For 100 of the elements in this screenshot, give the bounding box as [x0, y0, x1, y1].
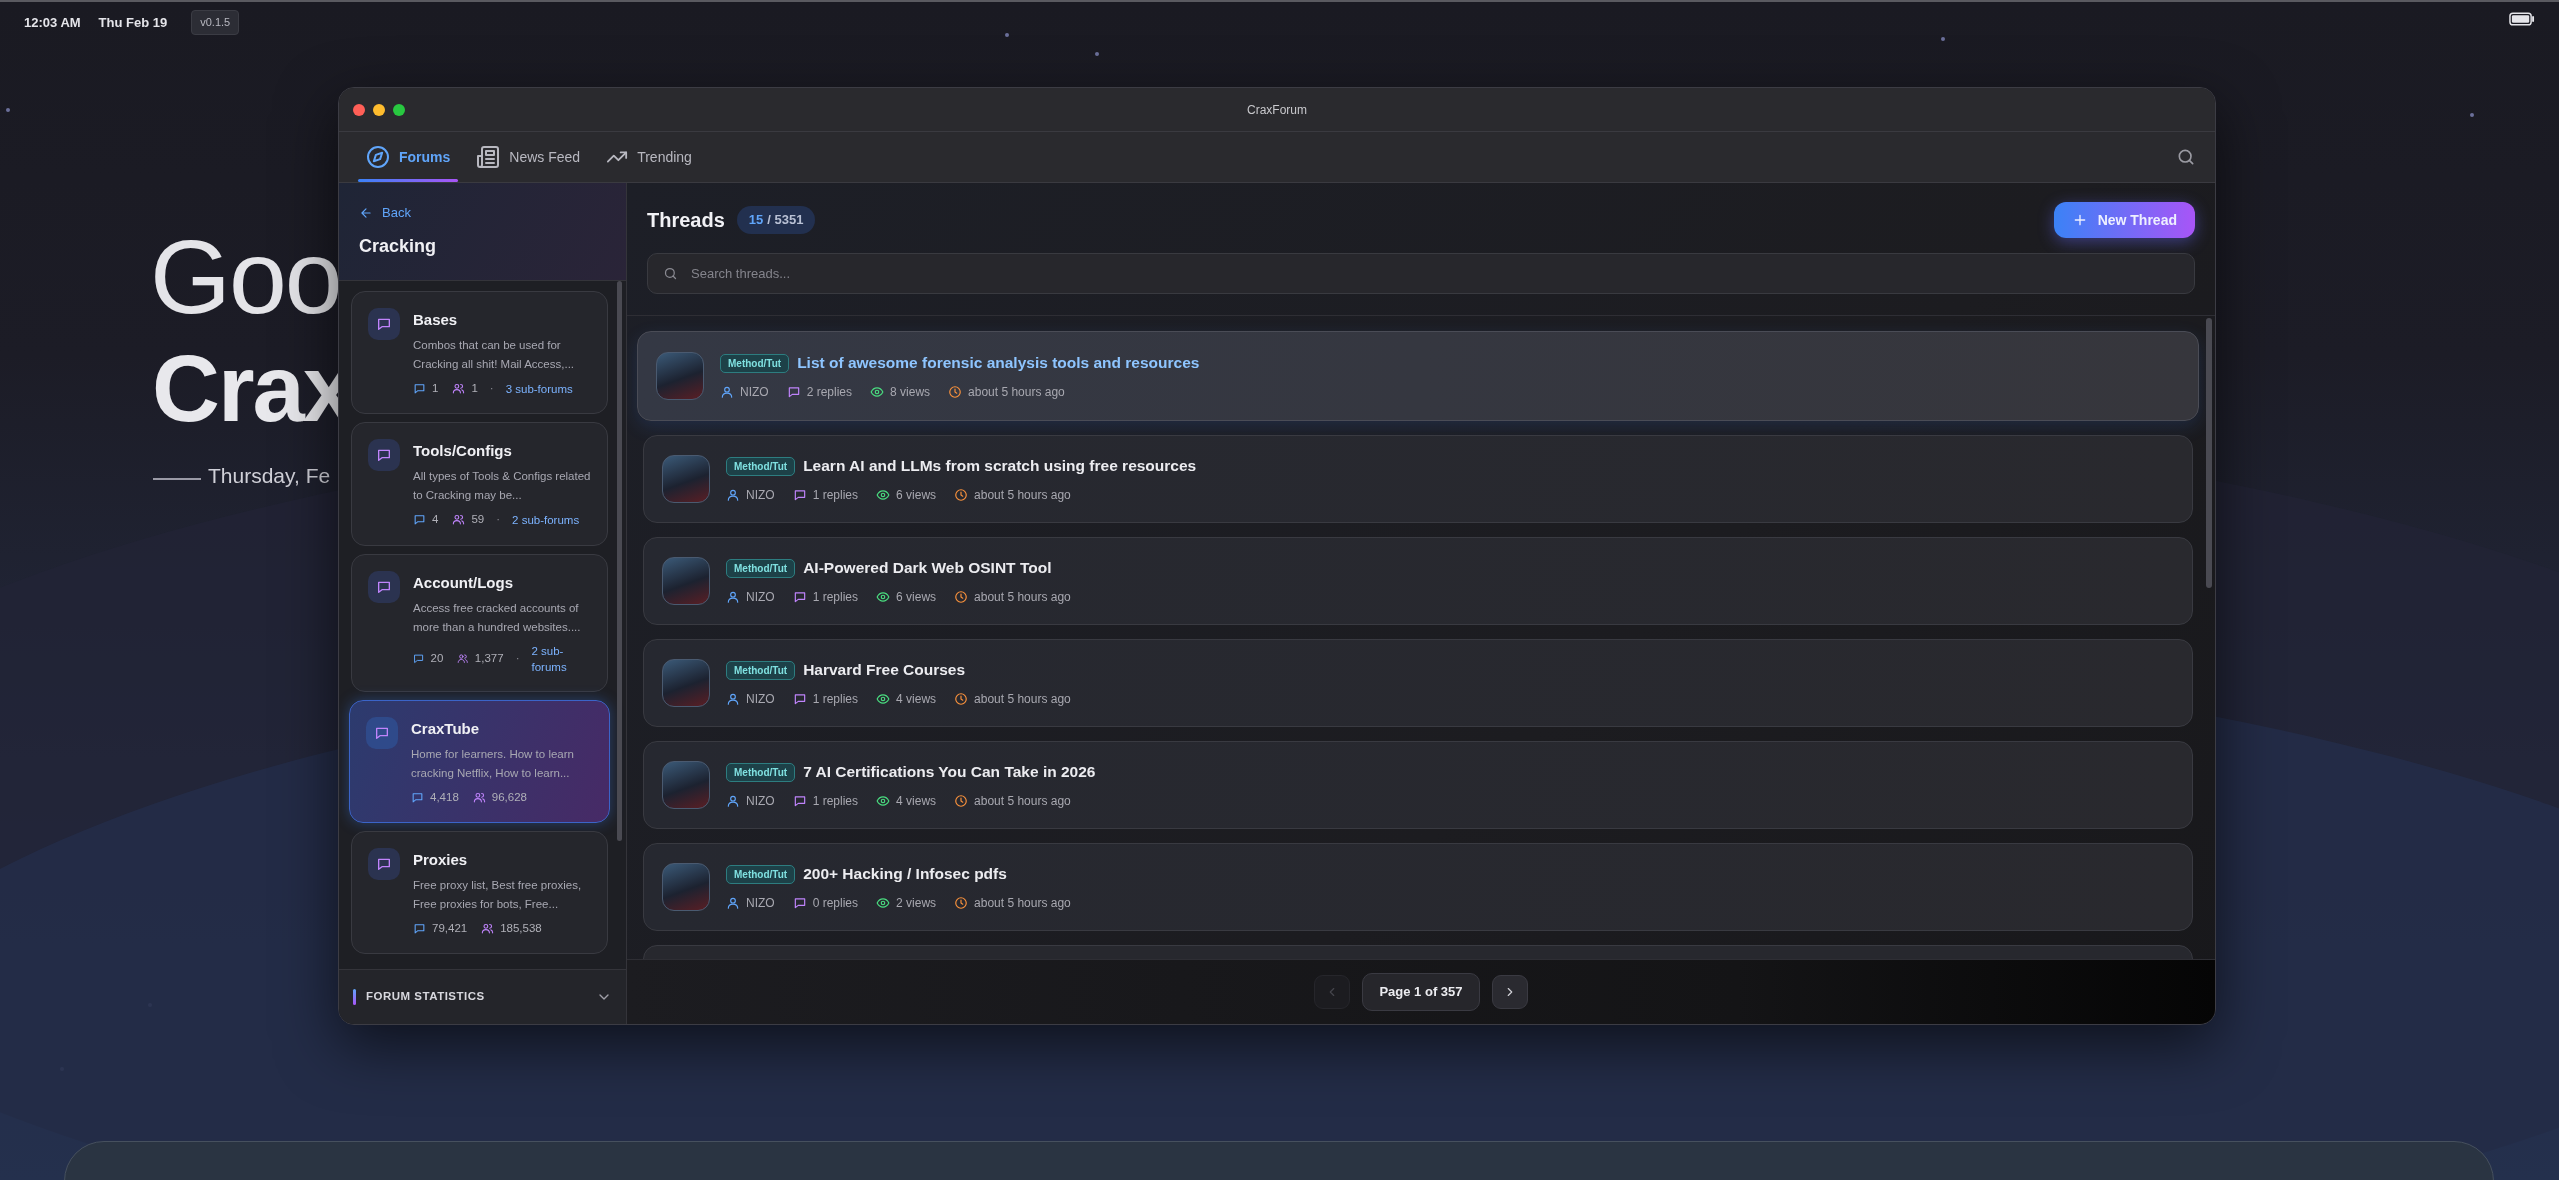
avatar-photo-placeholder	[662, 659, 710, 707]
users-icon	[472, 790, 486, 804]
users-icon	[452, 513, 466, 527]
battery-icon	[2509, 12, 2535, 26]
post-time: about 5 hours ago	[974, 588, 1071, 606]
search-icon	[2176, 147, 2196, 167]
chat-bubble-icon	[413, 921, 426, 935]
clock-time: 12:03 AM	[24, 13, 81, 32]
avatar-photo-placeholder	[662, 863, 710, 911]
reply-count: 1 replies	[812, 792, 859, 810]
separator-dot: ·	[496, 512, 501, 528]
view-count: 2 views	[896, 894, 937, 912]
nav-tab[interactable]: Forums	[358, 132, 459, 182]
separator-dot: ·	[489, 381, 494, 396]
thread-row[interactable]: Method/Tut 7 AI Certifications You Can Take in 2026 NIZO 1 replies 4 views about 5 hours ago	[643, 741, 2193, 829]
person-icon	[726, 487, 740, 502]
scrollbar-thumb[interactable]	[617, 281, 622, 841]
chat-bubble-icon	[792, 691, 807, 706]
total-count: / 5351	[767, 211, 804, 230]
search-field[interactable]: Search threads...	[647, 253, 2195, 294]
forum-name: Proxies	[413, 849, 469, 870]
forum-description: All types of Tools & Configs related to Cracking may be...	[413, 469, 591, 504]
thread-row[interactable]: Method/Tut 200+ Hacking / Infosec pdfs NIZO 0 replies 2 views about 5 hours ago	[643, 843, 2193, 931]
avatar-photo-placeholder	[662, 761, 710, 809]
eye-icon	[876, 895, 891, 910]
post-count: 59	[471, 512, 485, 528]
thread-count: 20	[430, 650, 444, 666]
thread-title-link[interactable]: List of awesome forensic analysis tools and resources	[797, 351, 1200, 375]
subforums-link[interactable]: 2 sub-forums	[531, 642, 591, 675]
category-tag: Method/Tut	[726, 864, 796, 884]
nav-tab[interactable]: News Feed	[468, 132, 589, 182]
post-count: 185,538	[500, 920, 542, 936]
forum-statistics-toggle[interactable]: FORUM STATISTICS	[339, 969, 626, 1024]
subforums-link[interactable]: 3 sub-forums	[505, 380, 573, 397]
scrollbar-thumb[interactable]	[2206, 318, 2212, 588]
forum-card[interactable]: Account/Logs Access free cracked accounts of more than a hundred websites.... 20 1,377 · 2 sub-forums	[351, 553, 608, 692]
chat-bubble-icon	[792, 589, 807, 604]
reply-count: 1 replies	[812, 690, 859, 708]
view-count: 6 views	[896, 588, 937, 606]
forum-description: Home for learners. How to learn cracking Netflix, How to learn...	[411, 746, 575, 781]
chat-bubble-icon	[411, 790, 424, 804]
forum-name: CraxTube	[411, 718, 481, 739]
forum-card[interactable]: Proxies Free proxy list, Best free proxies, Free proxies for bots, Free... 79,421 185,538	[351, 830, 608, 954]
reply-count: 0 replies	[812, 894, 859, 912]
eye-icon	[876, 793, 891, 808]
separator-dot: ·	[515, 650, 520, 666]
avatar-photo-placeholder	[656, 352, 704, 400]
new-thread-button[interactable]: New Thread	[2053, 202, 2195, 238]
category-title: Cracking	[359, 234, 438, 258]
forum-description: Access free cracked accounts of more than a hundred websites....	[413, 600, 582, 635]
person-icon	[726, 895, 740, 910]
author-name: NIZO	[746, 690, 775, 708]
forum-card[interactable]: Bases Combos that can be used for Cracking all shit! Mail Access,... 1 1 · 3 sub-forums	[351, 291, 608, 415]
person-icon	[720, 384, 734, 399]
author-name: NIZO	[740, 383, 769, 401]
chat-bubble-icon	[792, 793, 807, 808]
thread-title-link[interactable]: 7 AI Certifications You Can Take in 2026	[803, 760, 1096, 784]
thread-row[interactable]: Method/Tut Learn AI and LLMs from scratch using free resources NIZO 1 replies 6 views about 5 hours ago	[643, 435, 2193, 523]
chat-bubble-icon	[413, 513, 426, 527]
version-badge: v0.1.5	[191, 10, 240, 35]
clock-icon	[954, 691, 969, 706]
category-tag: Method/Tut	[726, 660, 796, 680]
greeting-text: Goo	[150, 225, 341, 329]
subforums-link[interactable]: 2 sub-forums	[512, 511, 580, 528]
thread-title-link[interactable]: Harvard Free Courses	[803, 658, 966, 682]
thread-row[interactable]: Method/Tut List of awesome forensic analysis tools and resources NIZO 2 replies 8 views about 5 hours ago	[637, 331, 2199, 421]
clock-icon	[954, 895, 969, 910]
arrow-left-icon	[359, 206, 373, 220]
chat-bubble-icon	[413, 382, 426, 396]
person-icon	[726, 691, 740, 706]
compass-icon	[366, 145, 390, 169]
nav-tab[interactable]: Trending	[598, 132, 700, 182]
forum-description: Combos that can be used for Cracking all shit! Mail Access,...	[413, 338, 576, 372]
thread-row[interactable]: Method/Tut Harvard Free Courses NIZO 1 replies 4 views about 5 hours ago	[643, 639, 2193, 727]
chat-bubble-icon	[792, 487, 807, 502]
date-subtitle: Thursday, Fe	[208, 465, 331, 486]
back-link[interactable]: Back	[359, 203, 411, 223]
post-count: 1	[471, 381, 478, 396]
view-count: 4 views	[896, 690, 937, 708]
forum-card[interactable]: CraxTube Home for learners. How to learn cracking Netflix, How to learn... 4,418 96,628	[349, 699, 610, 823]
avatar-photo-placeholder	[662, 557, 710, 605]
author-name: NIZO	[746, 894, 775, 912]
thread-title-link[interactable]: 200+ Hacking / Infosec pdfs	[803, 862, 1007, 886]
reply-count: 1 replies	[812, 486, 859, 504]
thread-row[interactable]: Method/Tut AI-Powered Dark Web OSINT Tool NIZO 1 replies 6 views about 5 hours ago	[643, 537, 2193, 625]
window-title: CraxForum	[1247, 101, 1307, 119]
view-count: 4 views	[896, 792, 937, 810]
thread-title-link[interactable]: Learn AI and LLMs from scratch using free resources	[803, 454, 1197, 478]
author-name: NIZO	[746, 486, 775, 504]
date-text: Thu Feb 19	[98, 13, 168, 32]
section-title: Threads	[647, 208, 725, 233]
clock-icon	[954, 793, 969, 808]
thread-title-link[interactable]: AI-Powered Dark Web OSINT Tool	[803, 556, 1052, 580]
person-icon	[726, 793, 740, 808]
post-count: 1,377	[474, 650, 504, 666]
thread-count: 79,421	[432, 920, 468, 936]
next-page-button[interactable]	[1491, 975, 1528, 1009]
forum-card[interactable]: Tools/Configs All types of Tools & Configs related to Cracking may be... 4 59 · 2 sub-forums	[351, 422, 608, 546]
view-count: 6 views	[896, 486, 937, 504]
thread-count: 1	[432, 381, 439, 396]
